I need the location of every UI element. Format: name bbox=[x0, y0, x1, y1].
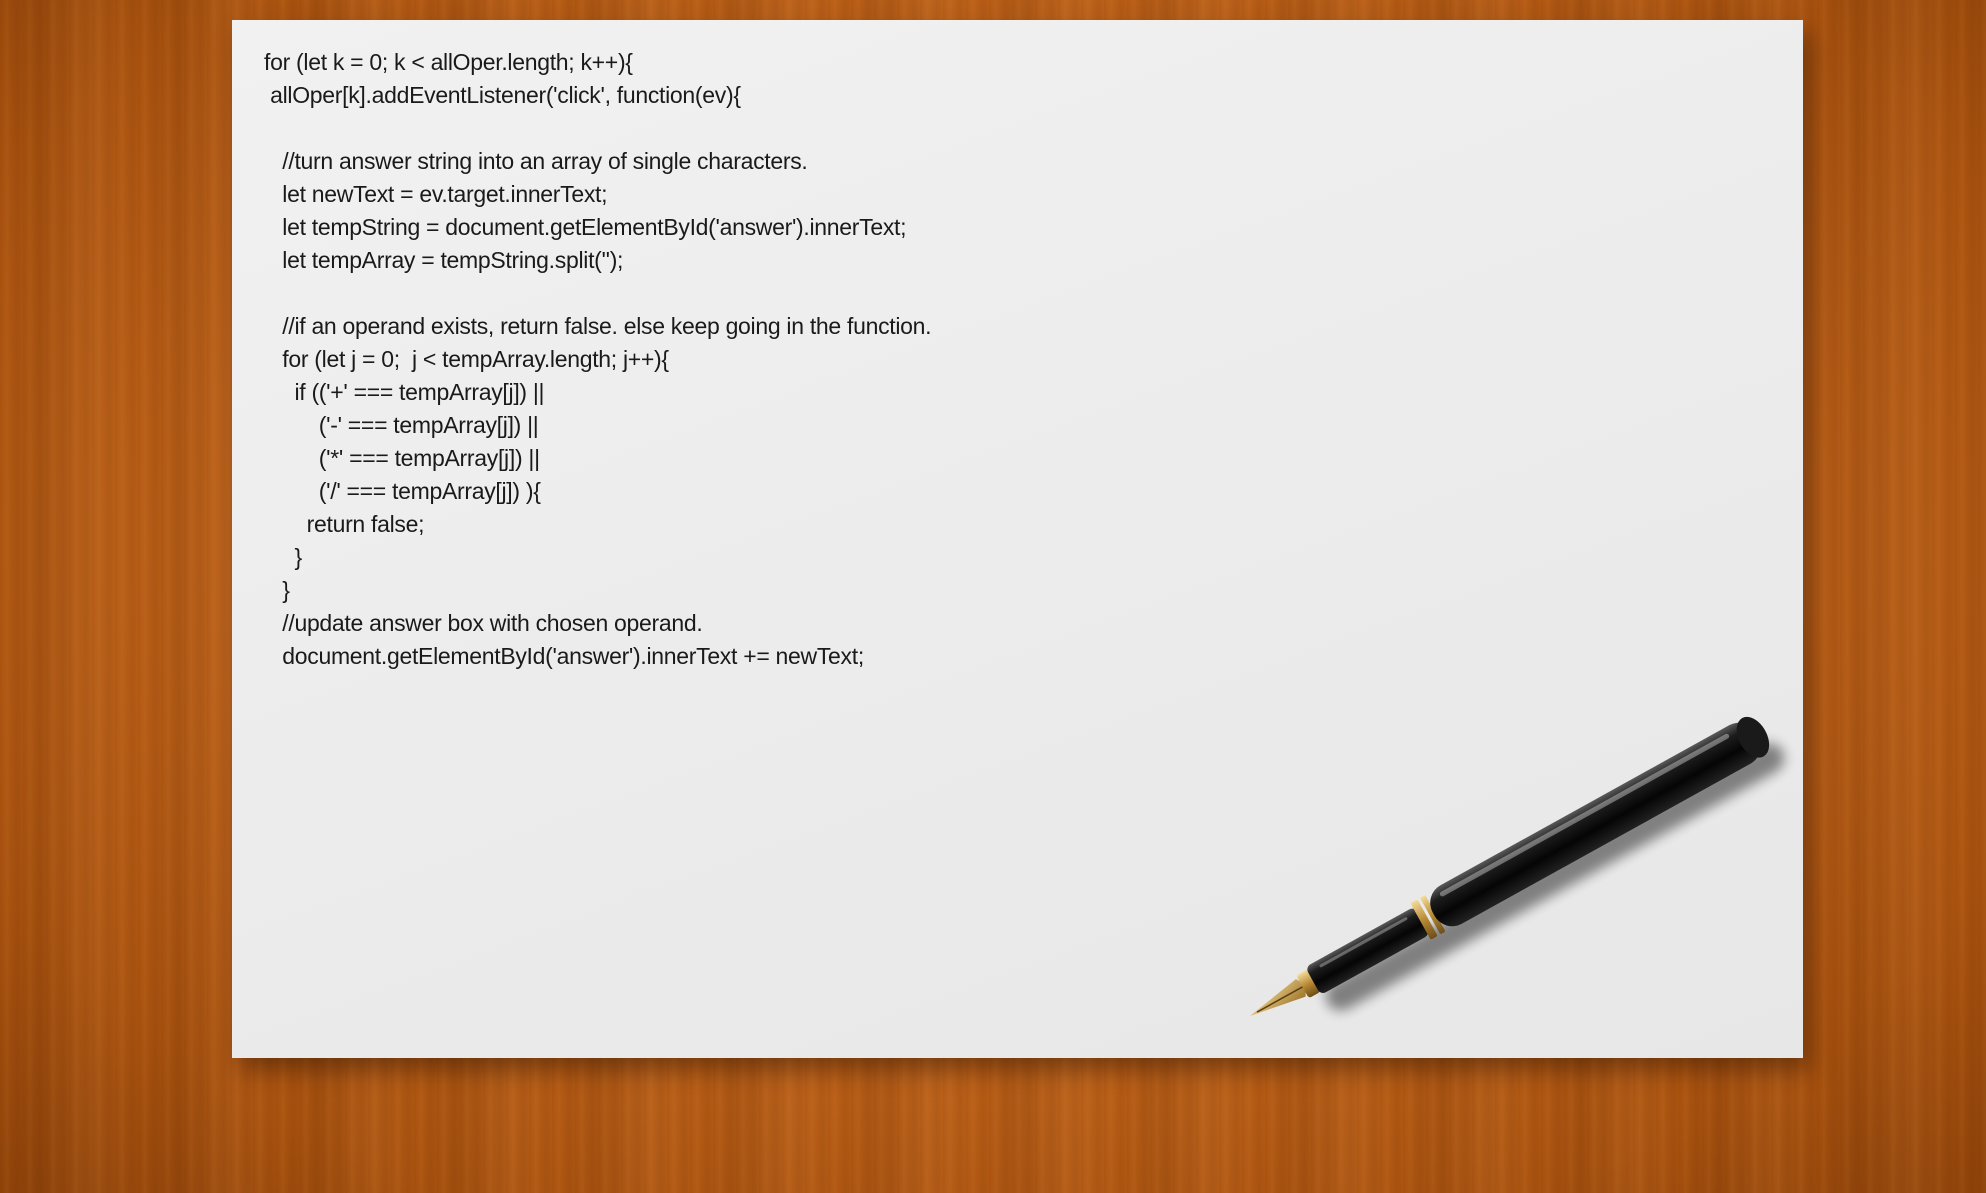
code-line: for (let j = 0; j < tempArray.length; j+… bbox=[264, 346, 669, 372]
code-line: ('*' === tempArray[j]) || bbox=[264, 445, 540, 471]
code-line: ('/' === tempArray[j]) ){ bbox=[264, 478, 541, 504]
code-block: for (let k = 0; k < allOper.length; k++)… bbox=[264, 46, 932, 673]
code-line: ('-' === tempArray[j]) || bbox=[264, 412, 539, 438]
code-line: let newText = ev.target.innerText; bbox=[264, 181, 608, 207]
code-line: allOper[k].addEventListener('click', fun… bbox=[264, 82, 741, 108]
code-line: let tempArray = tempString.split(''); bbox=[264, 247, 624, 273]
code-line: document.getElementById('answer').innerT… bbox=[264, 643, 864, 669]
code-line: if (('+' === tempArray[j]) || bbox=[264, 379, 545, 405]
code-line: } bbox=[264, 577, 290, 603]
code-line: return false; bbox=[264, 511, 425, 537]
code-line: //if an operand exists, return false. el… bbox=[264, 313, 932, 339]
code-line: for (let k = 0; k < allOper.length; k++)… bbox=[264, 49, 633, 75]
code-line: let tempString = document.getElementById… bbox=[264, 214, 907, 240]
code-line: //update answer box with chosen operand. bbox=[264, 610, 703, 636]
code-line: //turn answer string into an array of si… bbox=[264, 148, 808, 174]
code-line: } bbox=[264, 544, 302, 570]
